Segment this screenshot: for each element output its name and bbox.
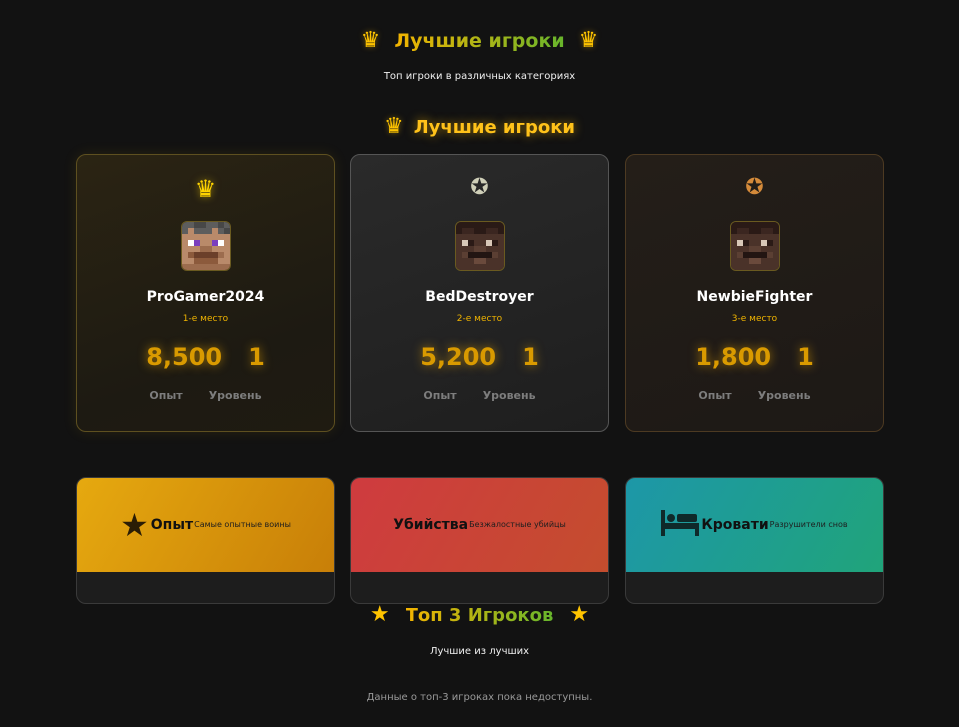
category-desc: Разрушители снов [769, 519, 848, 529]
silver-medal-icon: ✪ [470, 175, 489, 200]
top3-title: Топ 3 Игроков [405, 604, 554, 626]
category-name: Опыт [150, 517, 194, 533]
category-card-beds[interactable]: Кровати Разрушители снов [625, 477, 884, 604]
top3-empty-message: Данные о топ-3 игроках пока недоступны. [366, 692, 593, 703]
crown-icon: ♛ [383, 114, 404, 139]
player-place: 2-е место [456, 314, 503, 324]
crown-icon: ♛ [194, 175, 217, 203]
category-card-xp[interactable]: ★ Опыт Самые опытные воины [76, 477, 335, 604]
player-card-3[interactable]: ✪ NewbieFighter 3-е место 1,800 1 Опыт У… [625, 154, 884, 432]
player-place: 3-е место [731, 314, 778, 324]
page-subtitle: Топ игроки в различных категориях [383, 71, 576, 82]
xp-value: 5,200 [420, 343, 497, 371]
category-name: Кровати [701, 517, 769, 533]
top3-header: ★ Топ 3 Игроков ★ [0, 604, 959, 626]
crown-icon: ♛ [360, 28, 381, 53]
player-name: NewbieFighter [696, 289, 813, 305]
level-value: 1 [248, 343, 265, 371]
player-card-1[interactable]: ♛ ProGamer2024 1-е место 8,500 1 Опыт Ур… [76, 154, 335, 432]
bed-icon [661, 509, 700, 541]
level-label: Уровень [482, 389, 536, 402]
player-name: BedDestroyer [425, 289, 534, 305]
avatar [181, 221, 231, 271]
category-desc: Безжалостные убийцы [469, 519, 566, 529]
page-header: ♛ Лучшие игроки ♛ [0, 28, 959, 53]
category-card-kills[interactable]: Убийства Безжалостные убийцы [350, 477, 609, 604]
leaders-title: Лучшие игроки [413, 116, 576, 138]
level-label: Уровень [208, 389, 262, 402]
page-title: Лучшие игроки [394, 30, 565, 52]
category-desc: Самые опытные воины [194, 519, 291, 529]
bronze-medal-icon: ✪ [745, 175, 764, 200]
xp-label: Опыт [423, 389, 457, 402]
xp-label: Опыт [149, 389, 183, 402]
player-place: 1-е место [182, 314, 229, 324]
star-icon: ★ [369, 602, 390, 627]
leaderboard-page: ♛ Лучшие игроки ♛ Топ игроки в различных… [0, 0, 959, 727]
avatar [455, 221, 505, 271]
player-card-2[interactable]: ✪ BedDestroyer 2-е место 5,200 1 Опыт Ур… [350, 154, 609, 432]
level-value: 1 [797, 343, 814, 371]
crown-icon: ♛ [578, 28, 599, 53]
xp-label: Опыт [698, 389, 732, 402]
xp-value: 8,500 [146, 343, 223, 371]
top3-subtitle: Лучшие из лучших [429, 646, 530, 657]
level-label: Уровень [757, 389, 811, 402]
level-value: 1 [522, 343, 539, 371]
avatar [730, 221, 780, 271]
category-name: Убийства [393, 517, 469, 533]
star-icon: ★ [120, 506, 149, 544]
player-name: ProGamer2024 [146, 289, 265, 305]
leaders-section-title: ♛ Лучшие игроки [0, 116, 959, 138]
star-icon: ★ [569, 602, 590, 627]
xp-value: 1,800 [695, 343, 772, 371]
